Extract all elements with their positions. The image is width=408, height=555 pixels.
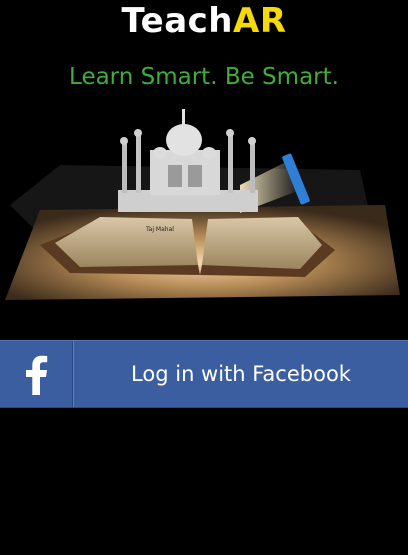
app-logo: TeachAR <box>0 0 408 42</box>
facebook-f-icon <box>26 355 48 395</box>
facebook-icon-box <box>0 341 72 407</box>
app-tagline: Learn Smart. Be Smart. <box>69 64 339 90</box>
facebook-login-button[interactable]: Log in with Facebook <box>0 340 408 408</box>
taj-mahal-model <box>118 109 258 212</box>
facebook-login-label: Log in with Facebook <box>131 362 351 386</box>
ar-book-illustration: Taj Mahal <box>5 109 400 300</box>
app-header: TeachAR Learn Smart. Be Smart. <box>0 0 408 95</box>
book-label: Taj Mahal <box>145 226 174 233</box>
hero-image: Taj Mahal <box>0 95 408 340</box>
logo-text-ar: AR <box>233 1 287 41</box>
logo-text-teach: Teach <box>121 1 234 41</box>
empty-footer-area <box>0 408 408 555</box>
